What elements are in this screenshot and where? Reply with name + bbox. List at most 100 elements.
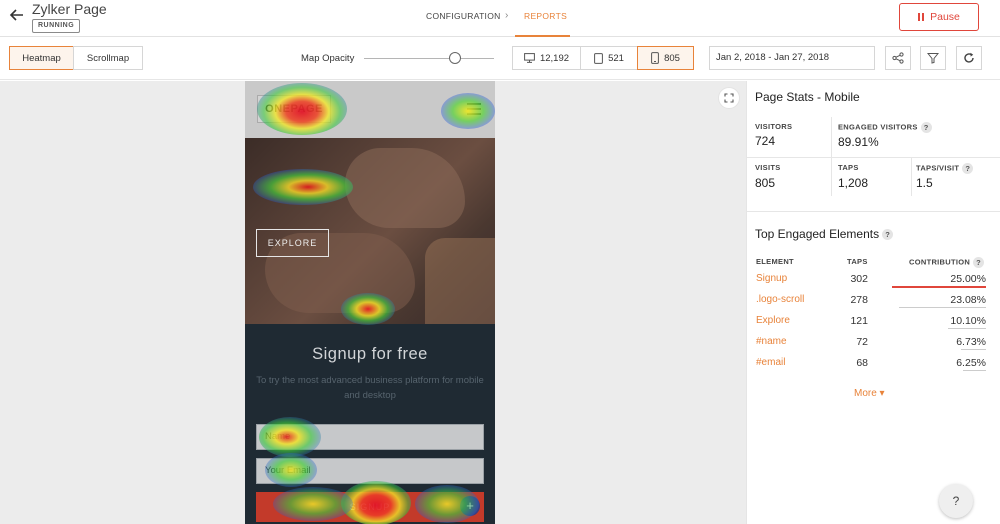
divider (747, 211, 1000, 212)
element-link[interactable]: .logo-scroll (756, 294, 804, 305)
preview-logo: ONEPAGE (257, 95, 331, 123)
mobile-icon (651, 52, 659, 64)
visitors-value: 724 (755, 134, 776, 148)
divider (747, 157, 1000, 158)
engaged-visitors-label: ENGAGED VISITORS? (838, 122, 932, 133)
column-header-element: ELEMENT (756, 257, 794, 266)
desktop-count: 12,192 (539, 52, 570, 64)
map-opacity-label: Map Opacity (301, 53, 355, 64)
refresh-button[interactable] (956, 46, 982, 70)
taps-per-visit-value: 1.5 (916, 176, 933, 190)
preview-email-field: Your Email (256, 458, 484, 484)
column-header-taps: TAPS (847, 257, 868, 266)
element-taps: 72 (856, 336, 868, 348)
element-contribution: 10.10% (950, 315, 986, 327)
page-title: Zylker Page (32, 1, 107, 17)
element-contribution: 23.08% (950, 294, 986, 306)
active-tab-indicator (515, 35, 570, 37)
contribution-bar (962, 370, 986, 371)
visits-value: 805 (755, 176, 776, 190)
engaged-visitors-label-text: ENGAGED VISITORS (838, 122, 918, 132)
help-icon[interactable]: ? (962, 163, 974, 174)
column-header-contribution: CONTRIBUTION? (909, 257, 985, 268)
hero-image-hand (345, 148, 465, 228)
filter-button[interactable] (920, 46, 946, 70)
tablet-icon (594, 52, 603, 64)
chevron-right-icon: › (505, 10, 509, 21)
filter-icon (927, 53, 939, 64)
tab-reports[interactable]: REPORTS (524, 11, 567, 21)
preview-signup-button: SIGNUP (256, 492, 484, 522)
help-button[interactable]: ? (939, 484, 973, 518)
column-header-contribution-text: CONTRIBUTION (909, 257, 971, 267)
preview-header: ONEPAGE (245, 81, 495, 138)
visits-label: VISITS (755, 163, 781, 172)
hero-image-desk (425, 238, 495, 328)
pause-label: Pause (930, 11, 960, 23)
opacity-slider-track[interactable] (364, 58, 494, 59)
help-icon[interactable]: ? (920, 122, 932, 133)
top-header: Zylker Page RUNNING CONFIGURATION › REPO… (0, 0, 1000, 37)
mobile-page-preview: ONEPAGE EXPLORE Signup for free To try t… (245, 81, 495, 524)
tab-configuration[interactable]: CONFIGURATION (426, 11, 501, 21)
element-taps: 302 (850, 273, 868, 285)
engaged-visitors-value: 89.91% (838, 135, 879, 149)
help-icon[interactable]: ? (973, 257, 985, 268)
top-elements-title-text: Top Engaged Elements (755, 227, 880, 241)
status-badge: RUNNING (32, 19, 81, 33)
top-elements-title: Top Engaged Elements? (755, 227, 894, 241)
divider (911, 157, 912, 196)
heatmap-button[interactable]: Heatmap (9, 46, 74, 70)
preview-name-field: Name (256, 424, 484, 450)
element-link[interactable]: #email (756, 357, 785, 368)
device-tablet-button[interactable]: 521 (580, 46, 638, 70)
element-contribution: 6.73% (956, 336, 986, 348)
element-taps: 278 (850, 294, 868, 306)
more-link[interactable]: More ▾ (854, 388, 885, 399)
contribution-bar (960, 349, 986, 350)
device-mobile-button[interactable]: 805 (637, 46, 694, 70)
element-link[interactable]: Signup (756, 273, 787, 284)
stats-title: Page Stats - Mobile (755, 90, 860, 104)
help-icon[interactable]: ? (882, 229, 894, 241)
taps-label: TAPS (838, 163, 859, 172)
refresh-icon (964, 52, 974, 63)
taps-per-visit-label-text: TAPS/VISIT (916, 163, 960, 173)
element-taps: 121 (850, 315, 868, 327)
share-icon (892, 52, 904, 64)
page-stats-panel: Page Stats - Mobile VISITORS 724 ENGAGED… (746, 81, 1000, 524)
visitors-label: VISITORS (755, 122, 793, 131)
divider (831, 117, 832, 196)
plus-icon: + (460, 496, 480, 516)
expand-button[interactable] (718, 87, 740, 109)
element-link[interactable]: Explore (756, 315, 790, 326)
taps-value: 1,208 (838, 176, 869, 190)
contribution-bar (899, 307, 986, 308)
toolbar: Heatmap Scrollmap Map Opacity 12,192 521… (0, 38, 1000, 80)
tablet-count: 521 (608, 52, 624, 64)
element-link[interactable]: #name (756, 336, 787, 347)
mobile-count: 805 (664, 52, 680, 64)
back-arrow-icon[interactable] (8, 6, 26, 24)
preview-signup-title: Signup for free (312, 345, 428, 363)
preview-hero: EXPLORE (245, 138, 495, 328)
opacity-slider-thumb[interactable] (449, 52, 461, 64)
scrollmap-button[interactable]: Scrollmap (73, 46, 143, 70)
element-taps: 68 (856, 357, 868, 369)
contribution-bar (948, 328, 986, 329)
preview-signup-section: Signup for free To try the most advanced… (245, 324, 495, 524)
pause-icon (918, 13, 925, 21)
expand-icon (724, 93, 734, 103)
device-desktop-button[interactable]: 12,192 (512, 46, 581, 70)
element-contribution: 25.00% (950, 273, 986, 285)
contribution-bar (892, 286, 986, 288)
date-range-picker[interactable]: Jan 2, 2018 - Jan 27, 2018 (709, 46, 875, 70)
pause-button[interactable]: Pause (899, 3, 979, 31)
taps-per-visit-label: TAPS/VISIT? (916, 163, 974, 174)
preview-explore-button: EXPLORE (256, 229, 329, 257)
desktop-icon (524, 53, 535, 63)
hamburger-menu-icon (467, 103, 481, 118)
element-contribution: 6.25% (956, 357, 986, 369)
share-button[interactable] (885, 46, 911, 70)
preview-signup-subtitle: To try the most advanced business platfo… (256, 375, 484, 401)
